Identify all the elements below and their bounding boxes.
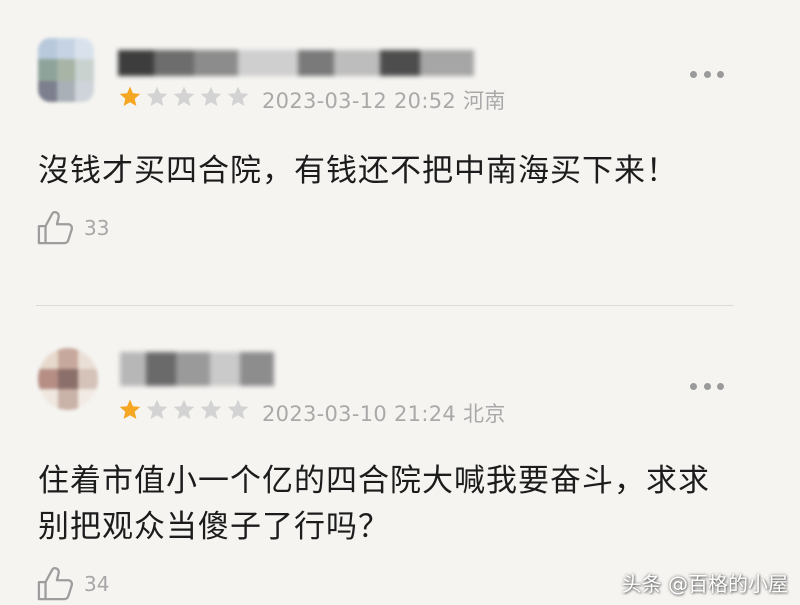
thumbs-up-icon	[37, 567, 73, 601]
comment-item: 2023-03-12 20:52 河南 沒钱才买四合院，有钱还不把中南海买下来！…	[0, 0, 800, 300]
star-rating	[118, 85, 250, 108]
star-empty-icon	[146, 399, 168, 419]
star-empty-icon	[227, 86, 249, 106]
comment-location: 河南	[463, 89, 506, 113]
more-dots-icon	[690, 382, 697, 390]
star-empty-icon	[146, 86, 168, 106]
star-empty-icon	[173, 399, 195, 419]
star-empty-icon	[200, 86, 222, 106]
username-blurred[interactable]	[120, 352, 274, 386]
star-empty-icon	[227, 399, 249, 419]
avatar[interactable]	[38, 348, 98, 410]
star-empty-icon	[200, 399, 222, 419]
star-filled-icon	[119, 399, 141, 419]
like-button[interactable]: 33	[36, 210, 109, 246]
comment-datetime: 2023-03-10 21:24	[262, 402, 457, 426]
comment-meta: 2023-03-10 21:24 北京	[262, 398, 506, 428]
comment-meta: 2023-03-12 20:52 河南	[262, 85, 506, 115]
comment-item: 2023-03-10 21:24 北京 住着市值小一个亿的四合院大喊我要奋斗，求…	[0, 308, 800, 605]
more-options-button[interactable]	[690, 68, 724, 80]
avatar[interactable]	[38, 38, 94, 102]
more-dots-icon	[690, 70, 697, 78]
star-rating	[118, 398, 250, 421]
like-count: 33	[84, 216, 110, 240]
comment-text: 沒钱才买四合院，有钱还不把中南海买下来！	[38, 153, 678, 189]
star-empty-icon	[173, 86, 195, 106]
more-options-button[interactable]	[690, 380, 724, 392]
like-count: 34	[84, 572, 110, 596]
thumbs-up-icon	[37, 211, 73, 245]
star-filled-icon	[119, 86, 141, 106]
comment-text: 住着市值小一个亿的四合院大喊我要奋斗，求求别把观众当傻子了行吗？	[38, 463, 710, 545]
comment-datetime: 2023-03-12 20:52	[262, 89, 457, 113]
comment-location: 北京	[463, 402, 506, 426]
username-blurred[interactable]	[118, 50, 474, 76]
divider	[36, 305, 734, 306]
watermark: 头条 @百格的小屋	[621, 572, 788, 596]
like-button[interactable]: 34	[36, 566, 109, 602]
